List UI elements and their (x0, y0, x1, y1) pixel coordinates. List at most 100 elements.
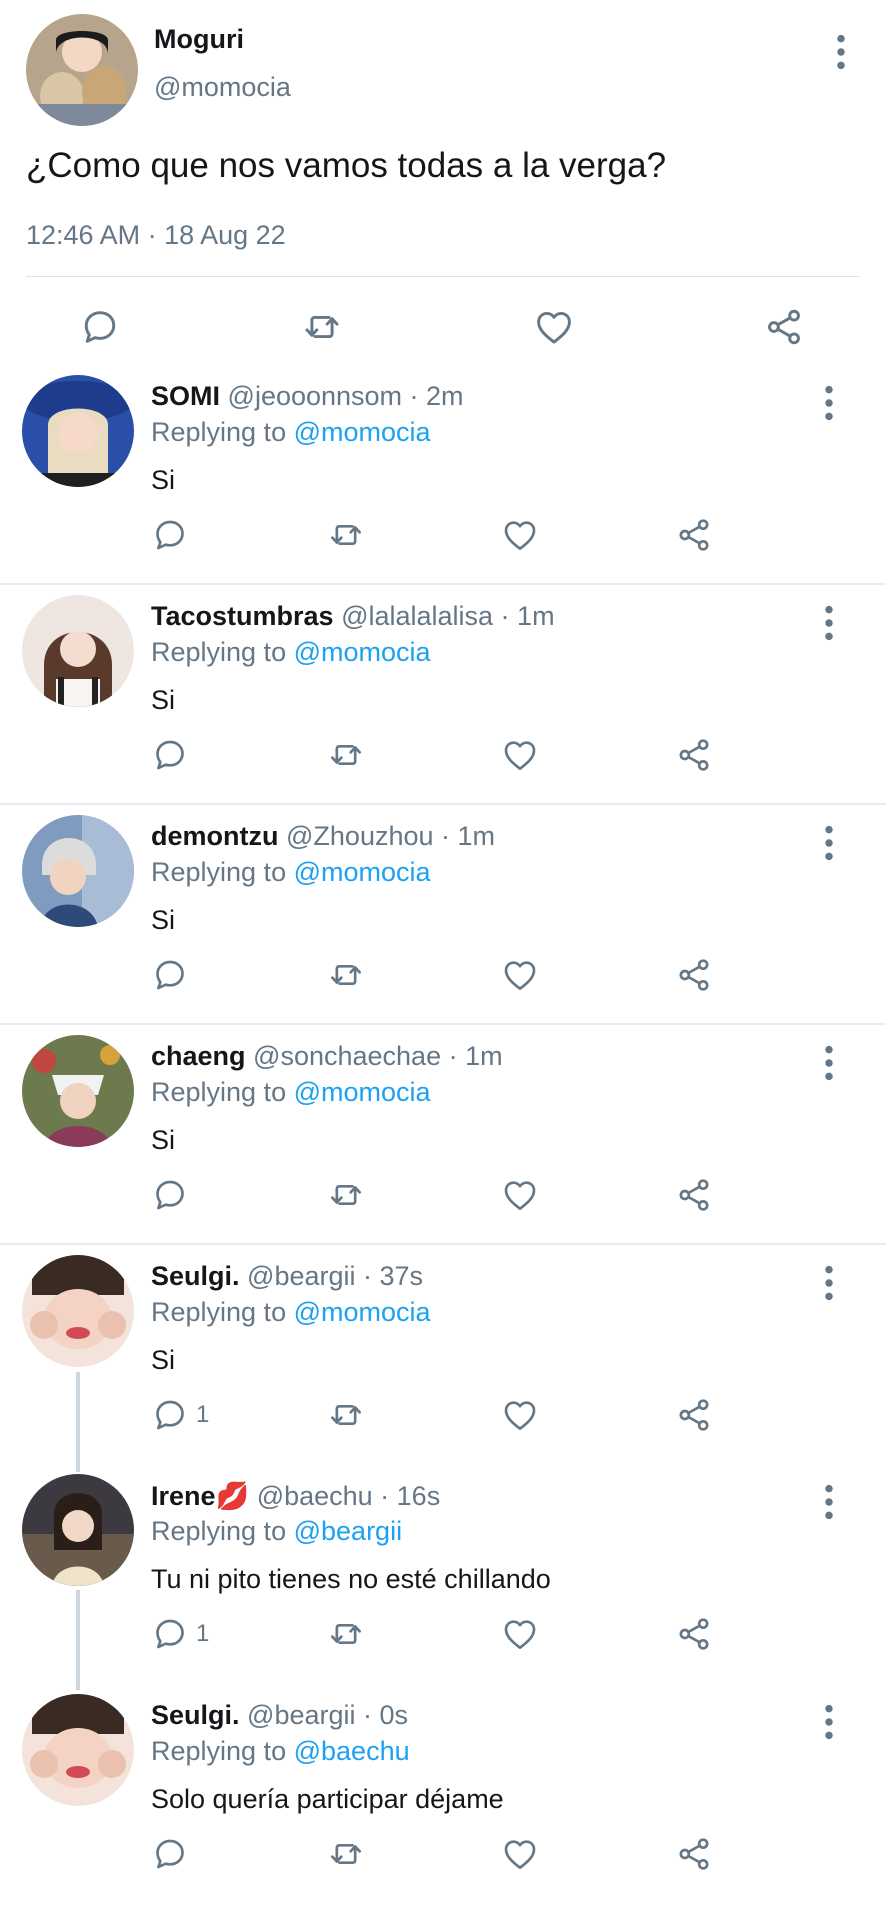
replying-prefix: Replying to (151, 417, 287, 447)
comment-count: 1 (196, 1401, 210, 1428)
author-name[interactable]: Seulgi. (151, 1700, 240, 1730)
mention-link[interactable]: @momocia (294, 417, 431, 447)
retweet-icon[interactable] (326, 1175, 366, 1215)
author-name[interactable]: Moguri (154, 24, 244, 55)
avatar[interactable] (22, 815, 134, 927)
reply-text: Si (151, 465, 176, 495)
mention-link[interactable]: @momocia (294, 1297, 431, 1327)
mention-link[interactable]: @beargii (294, 1516, 402, 1546)
share-icon[interactable] (674, 1834, 714, 1874)
share-icon[interactable] (674, 1175, 714, 1215)
like-icon[interactable] (500, 1395, 540, 1435)
replying-prefix: Replying to (151, 857, 287, 887)
main-tweet: Moguri @momocia ¿Como que nos vamos toda… (0, 0, 886, 365)
retweet-icon[interactable] (326, 735, 366, 775)
more-options-icon[interactable] (814, 1482, 844, 1522)
more-options-icon[interactable] (814, 383, 844, 423)
comment-icon[interactable] (150, 735, 190, 775)
author-name[interactable]: SOMI (151, 381, 220, 411)
mention-link[interactable]: @momocia (294, 637, 431, 667)
more-options-icon[interactable] (814, 603, 844, 643)
reply-tweet[interactable]: Seulgi. @beargii · 37s Replying to @momo… (0, 1245, 886, 1465)
retweet-icon[interactable] (300, 305, 344, 349)
retweet-icon[interactable] (326, 1614, 366, 1654)
like-icon[interactable] (500, 1614, 540, 1654)
reply-tweet[interactable]: chaeng @sonchaechae · 1m Replying to @mo… (0, 1025, 886, 1245)
avatar[interactable] (22, 595, 134, 707)
retweet-icon[interactable] (326, 1395, 366, 1435)
author-meta[interactable]: @beargii · 37s (247, 1261, 423, 1291)
reply-text: Si (151, 905, 176, 935)
reply-header: Irene💋 @baechu · 16s (151, 1480, 440, 1512)
comment-icon[interactable] (150, 1175, 190, 1215)
replying-to: Replying to @momocia (151, 1077, 431, 1108)
mention-link[interactable]: @baechu (294, 1736, 410, 1766)
author-meta[interactable]: @lalalalalisa · 1m (341, 601, 554, 631)
retweet-icon[interactable] (326, 515, 366, 555)
replying-to: Replying to @momocia (151, 417, 431, 448)
share-icon[interactable] (762, 305, 806, 349)
share-icon[interactable] (674, 955, 714, 995)
mention-link[interactable]: @momocia (294, 1077, 431, 1107)
share-icon[interactable] (674, 515, 714, 555)
author-meta[interactable]: @sonchaechae · 1m (253, 1041, 503, 1071)
author-name[interactable]: Seulgi. (151, 1261, 240, 1291)
like-icon[interactable] (500, 735, 540, 775)
reply-header: SOMI @jeooonnsom · 2m (151, 381, 464, 412)
like-icon[interactable] (500, 1834, 540, 1874)
like-icon[interactable] (500, 515, 540, 555)
avatar[interactable] (22, 1035, 134, 1147)
author-meta[interactable]: @beargii · 0s (247, 1700, 408, 1730)
comment-icon[interactable] (150, 955, 190, 995)
more-options-icon[interactable] (814, 1702, 844, 1742)
replying-to: Replying to @baechu (151, 1736, 410, 1767)
comment-icon[interactable] (78, 305, 122, 349)
reply-header: Seulgi. @beargii · 0s (151, 1700, 408, 1731)
author-meta[interactable]: @Zhouzhou · 1m (286, 821, 495, 851)
more-options-icon[interactable] (814, 1263, 844, 1303)
mention-link[interactable]: @momocia (294, 857, 431, 887)
avatar[interactable] (22, 375, 134, 487)
more-options-icon[interactable] (826, 32, 856, 72)
like-icon[interactable] (532, 305, 576, 349)
avatar[interactable] (26, 14, 138, 126)
reply-tweet[interactable]: SOMI @jeooonnsom · 2m Replying to @momoc… (0, 365, 886, 585)
reply-text: Si (151, 1345, 176, 1375)
replying-prefix: Replying to (151, 637, 287, 667)
author-meta[interactable]: @jeooonnsom · 2m (228, 381, 464, 411)
reply-header: chaeng @sonchaechae · 1m (151, 1041, 503, 1072)
author-name[interactable]: demontzu (151, 821, 279, 851)
avatar[interactable] (22, 1255, 134, 1367)
comment-icon[interactable] (150, 1614, 190, 1654)
retweet-icon[interactable] (326, 1834, 366, 1874)
avatar[interactable] (22, 1694, 134, 1806)
share-icon[interactable] (674, 1395, 714, 1435)
share-icon[interactable] (674, 1614, 714, 1654)
replying-prefix: Replying to (151, 1516, 287, 1546)
replying-prefix: Replying to (151, 1297, 287, 1327)
comment-icon[interactable] (150, 515, 190, 555)
divider (26, 276, 860, 277)
reply-text: Solo quería participar déjame (151, 1784, 504, 1814)
reply-tweet[interactable]: demontzu @Zhouzhou · 1m Replying to @mom… (0, 805, 886, 1025)
avatar[interactable] (22, 1474, 134, 1586)
retweet-icon[interactable] (326, 955, 366, 995)
reply-tweet[interactable]: Irene💋 @baechu · 16s Replying to @beargi… (0, 1464, 886, 1684)
like-icon[interactable] (500, 1175, 540, 1215)
tweet-text: ¿Como que nos vamos todas a la verga? (26, 146, 667, 185)
reply-tweet[interactable]: Seulgi. @beargii · 0s Replying to @baech… (0, 1684, 886, 1904)
reply-text: Si (151, 685, 176, 715)
comment-icon[interactable] (150, 1834, 190, 1874)
like-icon[interactable] (500, 955, 540, 995)
author-name[interactable]: Tacostumbras (151, 601, 334, 631)
author-handle[interactable]: @momocia (154, 72, 291, 103)
comment-icon[interactable] (150, 1395, 190, 1435)
reply-tweet[interactable]: Tacostumbras @lalalalalisa · 1m Replying… (0, 585, 886, 805)
author-name[interactable]: chaeng (151, 1041, 246, 1071)
replying-to: Replying to @momocia (151, 637, 431, 668)
more-options-icon[interactable] (814, 823, 844, 863)
author-name[interactable]: Irene (151, 1481, 216, 1511)
share-icon[interactable] (674, 735, 714, 775)
more-options-icon[interactable] (814, 1043, 844, 1083)
author-meta[interactable]: @baechu · 16s (257, 1481, 441, 1511)
